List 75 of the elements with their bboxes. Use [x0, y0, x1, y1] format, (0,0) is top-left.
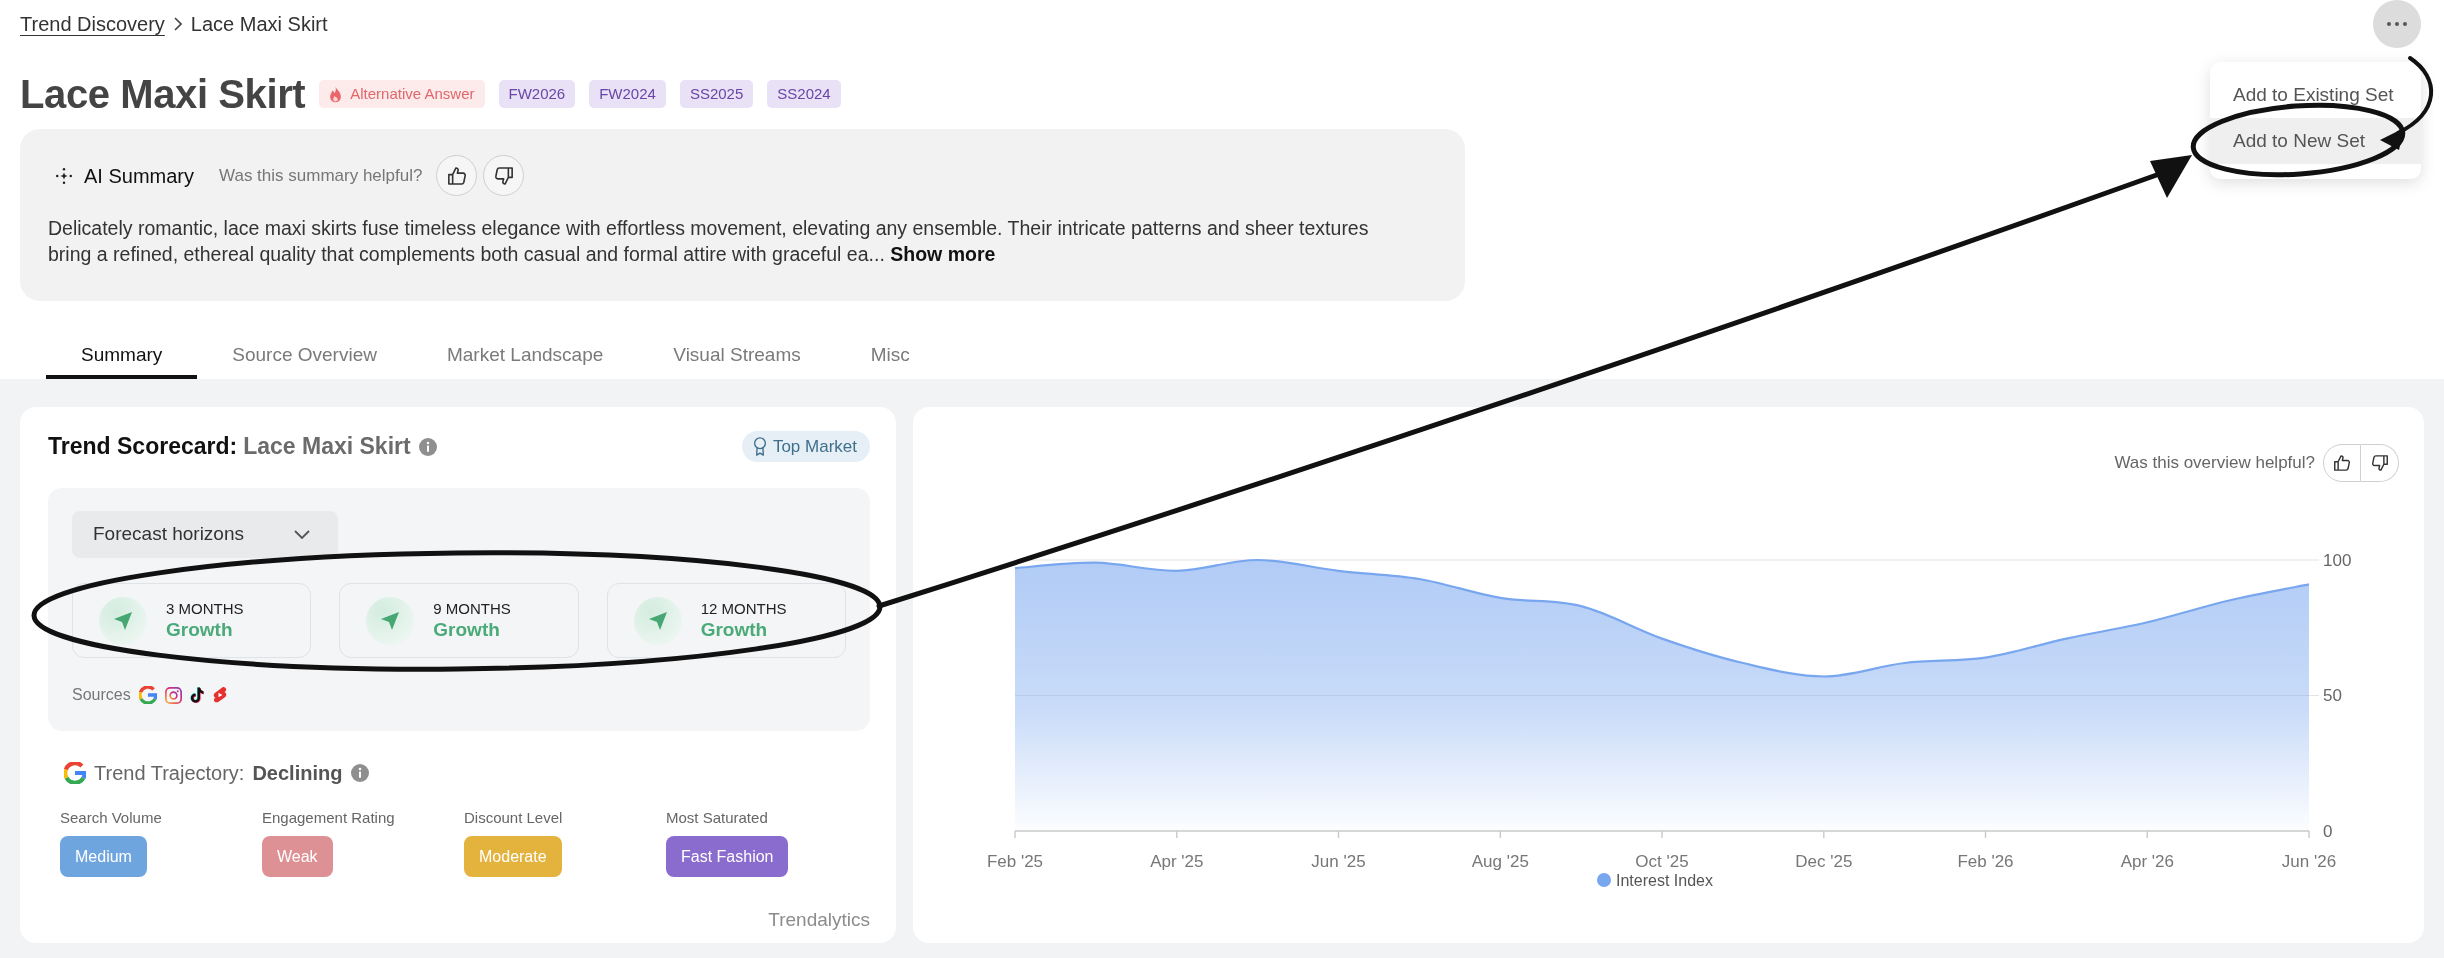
thumbs-down-button[interactable]	[2361, 444, 2399, 482]
menu-item[interactable]: Add to Existing Set	[2210, 72, 2421, 118]
info-icon	[418, 437, 437, 456]
summary-text: Delicately romantic, lace maxi skirts fuse timeless elegance with effortless movement, elevating any ensemble. Their intricate patterns and sheer textures bring a refined, ethereal quality that complements both casual and formal attire with graceful ea... Show more	[48, 216, 1370, 267]
breadcrumb-current: Lace Maxi Skirt	[190, 12, 328, 37]
horizon-outlook: Growth	[166, 618, 234, 642]
tab[interactable]: Visual Streams	[638, 330, 836, 379]
horizon-period: 9 MONTHS	[433, 599, 511, 618]
thumbs-up-icon	[2334, 455, 2350, 471]
badge-label: Top Market	[772, 435, 857, 458]
horizon-period: 12 MONTHS	[700, 599, 787, 618]
helpful-prompt: Was this overview helpful?	[2114, 452, 2315, 475]
horizon-period: 3 MONTHS	[166, 599, 244, 618]
thumbs-down-icon	[494, 166, 513, 185]
y-axis-label: 0	[2323, 821, 2333, 841]
flame-icon	[329, 85, 343, 103]
chevron-down-icon	[294, 530, 310, 539]
scorecard-title: Trend Scorecard:	[48, 432, 238, 462]
metric-value: Fast Fashion	[666, 836, 789, 877]
x-axis-label: Jun '25	[1311, 851, 1366, 871]
season-tag: SS2024	[767, 80, 841, 108]
metric-value: Moderate	[464, 836, 562, 877]
x-axis-label: Feb '26	[1957, 851, 2014, 871]
metric-label: Most Saturated	[666, 809, 768, 827]
trajectory-value: Declining	[252, 761, 343, 786]
metric-label: Engagement Rating	[262, 809, 395, 827]
tiktok-icon	[189, 686, 205, 704]
metric-value: Medium	[60, 836, 147, 877]
thumbs-up-button[interactable]	[2323, 444, 2361, 482]
horizon-outlook: Growth	[433, 618, 501, 642]
brand-logo: Trendalytics	[768, 908, 870, 932]
sparkle-icon	[56, 167, 72, 184]
instagram-icon	[164, 686, 182, 704]
season-tag: FW2024	[589, 80, 666, 108]
tab[interactable]: Misc	[835, 330, 945, 379]
season-tag: SS2025	[679, 80, 754, 108]
season-tag: FW2026	[498, 80, 576, 108]
legend-label: Interest Index	[1616, 871, 1713, 889]
menu-item[interactable]: Add to New Set	[2210, 118, 2421, 164]
x-axis-label: Apr '26	[2120, 851, 2174, 871]
y-axis-label: 100	[2323, 550, 2352, 570]
info-icon	[351, 764, 370, 782]
page-title: Lace Maxi Skirt	[20, 71, 306, 118]
tag-label: Alternative Answer	[350, 85, 475, 103]
thumbs-up-icon	[447, 166, 466, 185]
youtube-shorts-icon	[212, 686, 227, 704]
helpful-prompt: Was this summary helpful?	[219, 164, 423, 187]
show-more-link[interactable]: Show more	[890, 243, 996, 265]
horizon-outlook: Growth	[700, 618, 769, 642]
google-icon	[138, 686, 157, 704]
google-icon	[64, 762, 86, 784]
x-axis-label: Dec '25	[1795, 851, 1853, 871]
scorecard-subject: Lace Maxi Skirt	[243, 432, 411, 462]
x-axis-label: Aug '25	[1471, 851, 1529, 871]
x-axis-label: Apr '25	[1150, 851, 1204, 871]
metric-label: Search Volume	[60, 809, 162, 827]
x-axis-label: Feb '25	[986, 851, 1044, 871]
ribbon-icon	[752, 437, 767, 456]
y-axis-label: 50	[2323, 686, 2342, 705]
x-axis-label: Jun '26	[2281, 851, 2337, 871]
chevron-right-icon	[173, 17, 182, 31]
x-axis-label: Oct '25	[1635, 851, 1689, 871]
more-icon	[2387, 22, 2407, 26]
summary-title: AI Summary	[84, 163, 195, 189]
thumbs-down-icon	[2371, 455, 2388, 471]
trajectory-label: Trend Trajectory:	[94, 761, 245, 786]
sources-label: Sources	[72, 685, 131, 705]
breadcrumb-link[interactable]: Trend Discovery	[20, 9, 165, 39]
thumbs-down-button[interactable]	[483, 155, 525, 196]
forecast-dropdown[interactable]: Forecast horizons	[72, 511, 338, 558]
tab[interactable]: Market Landscape	[411, 330, 639, 379]
metric-label: Discount Level	[464, 809, 563, 827]
thumbs-up-button[interactable]	[436, 155, 478, 196]
metric-value: Weak	[262, 836, 333, 877]
tab[interactable]: Source Overview	[197, 330, 412, 379]
